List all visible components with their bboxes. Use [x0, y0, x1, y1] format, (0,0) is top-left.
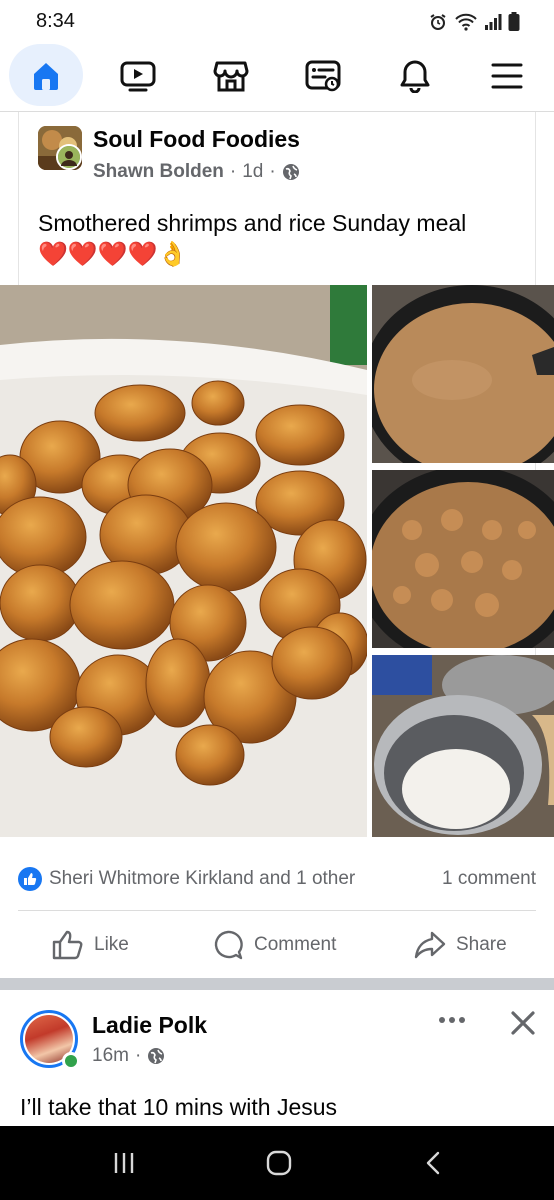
feeds-icon	[305, 60, 341, 92]
post-caption: Smothered shrimps and rice Sunday meal	[38, 210, 467, 236]
fried-shrimp-photo[interactable]	[0, 285, 367, 837]
like-icon	[52, 930, 83, 960]
alarm-icon	[430, 14, 446, 30]
reactions-summary[interactable]: Sheri Whitmore Kirkland and 1 other 1 co…	[18, 864, 536, 896]
like-label: Like	[94, 934, 129, 955]
comment-icon	[214, 930, 243, 960]
post2-time[interactable]: 16m	[92, 1045, 129, 1067]
android-nav-bar	[0, 1126, 554, 1200]
status-bar: 8:34	[0, 0, 554, 44]
meta-separator: ·	[229, 161, 237, 182]
post2-separator: ·	[134, 1045, 142, 1066]
post-text: Smothered shrimps and rice Sunday meal ❤…	[38, 207, 518, 271]
hide-post-button[interactable]	[506, 1006, 540, 1040]
comment-label: Comment	[254, 934, 337, 955]
nav-home-button[interactable]	[10, 44, 82, 108]
meta-separator-2: ·	[269, 161, 276, 182]
video-icon	[120, 61, 156, 92]
home-system-button[interactable]	[239, 1126, 319, 1200]
status-icons	[428, 12, 520, 32]
share-label: Share	[456, 934, 507, 955]
signal-icon	[485, 14, 502, 30]
comment-button[interactable]: Comment	[212, 918, 336, 972]
gravy-pan-photo[interactable]	[372, 285, 554, 463]
globe-icon	[148, 1048, 165, 1064]
shrimp-gravy-photo[interactable]	[372, 470, 554, 648]
author-avatar[interactable]	[56, 144, 82, 170]
author-avatar-image	[58, 146, 80, 168]
home-icon	[34, 63, 58, 90]
reactions-divider	[18, 910, 536, 911]
post2-meta: 16m ·	[92, 1045, 165, 1067]
more-dots-icon	[439, 1017, 445, 1023]
recent-apps-icon	[114, 1153, 134, 1173]
post-emojis: ❤️❤️❤️❤️👌	[38, 241, 188, 268]
group-name-link[interactable]: Soul Food Foodies	[93, 126, 300, 153]
status-time: 8:34	[36, 10, 75, 32]
reaction-names[interactable]: Sheri Whitmore Kirkland and 1 other	[49, 868, 355, 890]
feed-separator	[0, 978, 554, 990]
more-options-button[interactable]	[436, 1008, 468, 1032]
globe-icon	[282, 164, 299, 180]
nav-video-button[interactable]	[102, 44, 174, 108]
post2-text: I’ll take that 10 mins with Jesus	[20, 1094, 338, 1120]
marketplace-icon	[213, 61, 249, 92]
menu-icon	[491, 63, 523, 89]
recent-apps-button[interactable]	[84, 1126, 164, 1200]
back-icon	[426, 1151, 440, 1175]
top-navbar	[0, 44, 554, 112]
like-button[interactable]: Like	[52, 918, 129, 972]
online-status-dot	[62, 1052, 80, 1070]
wifi-icon	[455, 13, 477, 31]
close-icon	[511, 1011, 535, 1035]
notifications-icon	[400, 60, 430, 93]
nav-notifications-button[interactable]	[379, 44, 451, 108]
comment-count[interactable]: 1 comment	[442, 868, 536, 890]
nav-marketplace-button[interactable]	[195, 44, 267, 108]
rice-cooker-photo[interactable]	[372, 655, 554, 837]
battery-icon	[508, 12, 520, 31]
post-actions: Like Comment Share	[0, 918, 554, 972]
author-name-link[interactable]: Shawn Bolden	[93, 161, 224, 183]
share-icon	[414, 931, 446, 959]
share-button[interactable]: Share	[414, 918, 507, 972]
nav-feeds-button[interactable]	[287, 44, 359, 108]
post-time[interactable]: 1d	[242, 161, 263, 183]
like-reaction-icon	[18, 867, 42, 891]
home-circle-icon	[266, 1150, 292, 1176]
post2-author-link[interactable]: Ladie Polk	[92, 1012, 207, 1039]
nav-menu-button[interactable]	[471, 44, 543, 108]
back-button[interactable]	[394, 1126, 474, 1200]
post-meta: Shawn Bolden · 1d ·	[93, 161, 300, 183]
